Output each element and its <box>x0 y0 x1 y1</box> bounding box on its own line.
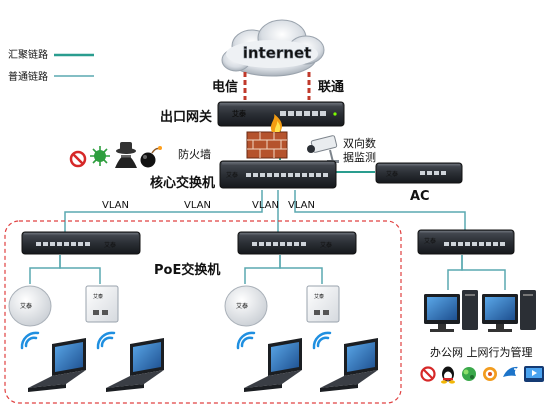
desktop-pc-icon-2 <box>482 290 536 332</box>
switch-port <box>288 173 293 177</box>
switch-port <box>500 242 505 246</box>
office-label: 办公网 上网行为管理 <box>430 345 533 359</box>
virus-icon <box>90 146 110 166</box>
legend-normal-label: 普通链路 <box>8 70 48 83</box>
link-poe-panel2 <box>279 255 323 284</box>
link-poe-ap1 <box>29 255 61 284</box>
switch-port <box>295 173 300 177</box>
laptop-icon-4 <box>320 338 378 392</box>
link-poe-ap2 <box>244 255 281 284</box>
office-switch-brand: 艾泰 <box>424 237 436 245</box>
switch-port <box>323 173 328 177</box>
vlan-label-4: VLAN <box>288 200 315 211</box>
poe-left-brand: 艾泰 <box>104 241 116 249</box>
switch-port <box>309 173 314 177</box>
ap-right-brand: 艾泰 <box>236 302 248 310</box>
monitor-label-line1: 双向数 <box>343 136 376 150</box>
bird-icon <box>503 366 518 377</box>
switch-port <box>465 242 470 246</box>
core-switch-brand: 艾泰 <box>226 171 238 179</box>
wifi-icon-1 <box>20 331 40 350</box>
legend-aggregate-label: 汇聚链路 <box>8 48 48 61</box>
switch-port <box>274 173 279 177</box>
ac-brand: 艾泰 <box>386 170 398 178</box>
link-office-pc2 <box>461 255 506 290</box>
switch-port <box>486 242 491 246</box>
laptop-icon-3 <box>244 338 302 392</box>
panel-right-brand: 艾泰 <box>314 293 324 300</box>
hacker-icon <box>115 142 137 168</box>
laptop-icon-1 <box>28 338 86 392</box>
internet-label: internet <box>243 44 312 62</box>
link-poe-panel1 <box>59 255 101 284</box>
panel-ap-right: 艾泰 <box>306 285 340 323</box>
vlan-label-3: VLAN <box>252 200 279 211</box>
laptop-icon-2 <box>106 338 164 392</box>
legend: 汇聚链路 普通链路 <box>8 48 94 83</box>
ac-device: 艾泰 <box>375 162 463 184</box>
panel-ap-left: 艾泰 <box>85 285 119 323</box>
game-icon <box>462 367 476 381</box>
vlan-label-2: VLAN <box>184 200 211 211</box>
wifi-icon-2 <box>96 331 116 350</box>
core-switch-device: 艾泰 <box>219 160 337 189</box>
ap-left-brand: 艾泰 <box>20 302 32 310</box>
forbidden-icon <box>69 150 87 168</box>
bt-icon <box>483 367 497 381</box>
switch-port <box>316 173 321 177</box>
switch-port <box>267 173 272 177</box>
monitor-label-line2: 据监测 <box>343 150 376 164</box>
switch-port <box>451 242 456 246</box>
gateway-brand: 艾泰 <box>232 109 247 118</box>
camera-icon <box>307 135 339 163</box>
threat-icons <box>69 142 162 168</box>
ceiling-ap-right: 艾泰 <box>224 285 268 327</box>
office-switch: 艾泰 <box>417 229 515 255</box>
firewall-label: 防火墙 <box>178 147 211 161</box>
switch-port <box>493 242 498 246</box>
network-diagram: 汇聚链路 普通链路 internet 电信 联通 VLAN VLAN VLAN … <box>0 0 558 410</box>
isp-telecom-label: 电信 <box>212 79 238 95</box>
vlan-label-1: VLAN <box>102 200 129 211</box>
switch-port <box>444 242 449 246</box>
core-switch-label: 核心交换机 <box>150 175 215 191</box>
switch-port <box>281 173 286 177</box>
gateway-label: 出口网关 <box>160 109 212 125</box>
internet-cloud: internet <box>221 19 325 77</box>
switch-port <box>260 173 265 177</box>
poe-switch-right: 艾泰 <box>237 231 357 255</box>
ceiling-ap-left: 艾泰 <box>8 285 52 327</box>
switch-port <box>253 173 258 177</box>
poe-switch-left: 艾泰 <box>21 231 141 255</box>
wifi-icon-4 <box>312 331 332 350</box>
app-icons <box>420 366 544 384</box>
switch-port <box>302 173 307 177</box>
panel-left-brand: 艾泰 <box>93 293 103 300</box>
link-office-pc1 <box>447 255 463 290</box>
switch-port <box>458 242 463 246</box>
bomb-icon <box>140 146 162 168</box>
switch-port <box>472 242 477 246</box>
switch-port <box>246 173 251 177</box>
wifi-icon-3 <box>236 331 256 350</box>
ac-label: AC <box>410 189 430 204</box>
topology-canvas: 汇聚链路 普通链路 internet 电信 联通 VLAN VLAN VLAN … <box>4 19 544 404</box>
switch-port <box>479 242 484 246</box>
forbidden-icon <box>420 366 436 382</box>
poe-switch-label: PoE交换机 <box>154 262 220 278</box>
poe-right-brand: 艾泰 <box>320 241 332 249</box>
desktop-pc-icon-1 <box>424 290 478 332</box>
link-core-poe-left <box>64 190 263 232</box>
video-icon <box>524 366 544 382</box>
qq-icon <box>441 366 455 384</box>
link-core-office <box>294 190 466 230</box>
isp-unicom-label: 联通 <box>318 79 344 95</box>
